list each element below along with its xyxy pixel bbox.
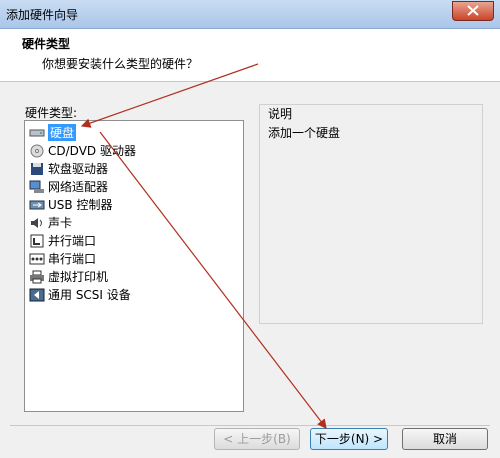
list-item-usb[interactable]: USB 控制器 (29, 196, 112, 213)
usb-icon (29, 200, 45, 209)
description-label: 说明 (268, 107, 293, 121)
wizard-header: 硬件类型 你想要安装什么类型的硬件？ (0, 29, 500, 82)
printer-icon (30, 270, 44, 283)
list-item-sound[interactable]: 声卡 (29, 214, 72, 231)
page-subtitle: 你想要安装什么类型的硬件？ (42, 57, 199, 71)
close-icon (467, 5, 479, 16)
list-item-serial[interactable]: 串行端口 (29, 250, 96, 267)
scsi-device-icon (29, 288, 45, 301)
footer-divider (10, 425, 490, 426)
list-item-parallel[interactable]: 并行端口 (29, 232, 96, 249)
list-item-floppy[interactable]: 软盘驱动器 (29, 160, 108, 177)
next-button[interactable]: 下一步(N) > (310, 428, 388, 450)
description-panel: 说明 添加一个硬盘 (259, 104, 483, 324)
back-button[interactable]: < 上一步(B) (214, 428, 300, 450)
list-item-scsi[interactable]: 通用 SCSI 设备 (29, 286, 131, 303)
cancel-button[interactable]: 取消 (402, 428, 488, 450)
hard-disk-icon (29, 129, 45, 136)
sound-card-icon (31, 217, 42, 228)
list-item-network[interactable]: 网络适配器 (29, 178, 108, 195)
title-bar: 添加硬件向导 (0, 0, 500, 29)
floppy-icon (31, 162, 43, 175)
window-title: 添加硬件向导 (6, 8, 79, 22)
parallel-port-icon (30, 234, 44, 247)
hardware-types-label: 硬件类型: (25, 106, 78, 120)
cd-dvd-icon (30, 144, 44, 157)
list-item-cd-dvd[interactable]: CD/DVD 驱动器 (29, 142, 136, 159)
close-button[interactable] (452, 1, 494, 21)
list-item-hard-disk[interactable]: 硬盘 (29, 124, 77, 141)
page-title: 硬件类型 (22, 37, 71, 51)
hardware-types-list[interactable]: 硬盘 CD/DVD 驱动器 软盘驱动器 网络适配器 USB 控制器 声卡 并行端… (24, 120, 244, 412)
description-text: 添加一个硬盘 (268, 126, 341, 140)
serial-port-icon (29, 253, 45, 264)
network-adapter-icon (29, 180, 44, 193)
list-item-printer[interactable]: 虚拟打印机 (29, 268, 108, 285)
